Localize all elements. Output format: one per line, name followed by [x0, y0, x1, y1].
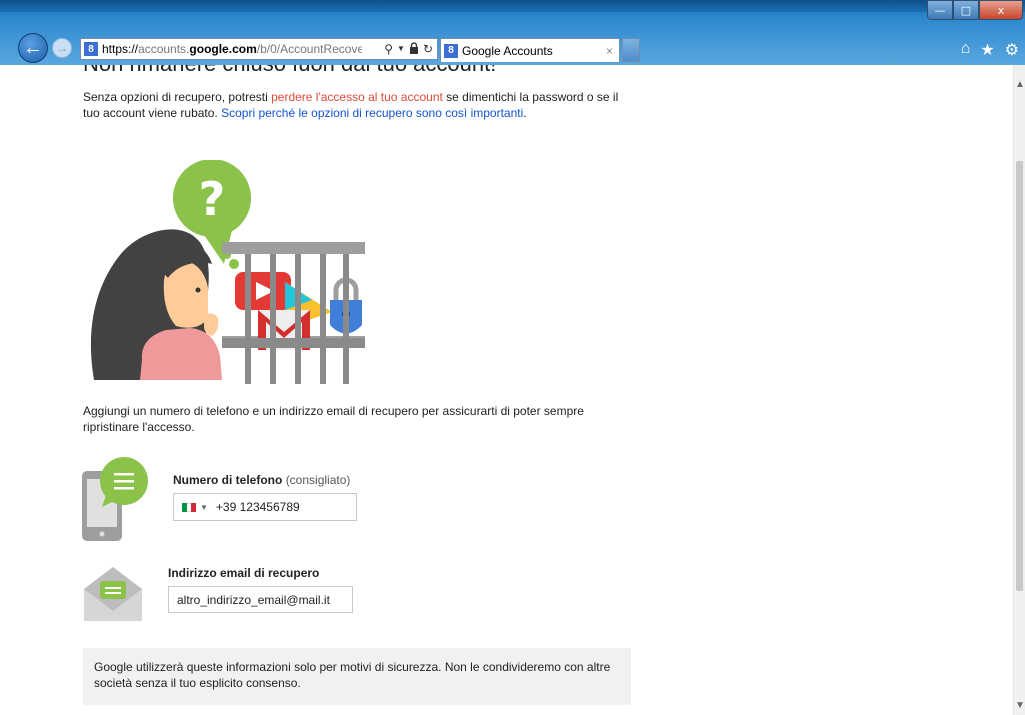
- intro-text-end: .: [523, 106, 527, 120]
- tab-google-accounts[interactable]: 8 Google Accounts ×: [440, 38, 620, 62]
- new-tab-button[interactable]: [622, 38, 640, 62]
- locked-out-illustration: ?: [90, 160, 365, 384]
- page-title: Non rimanere chiuso fuori dal tuo accoun…: [83, 65, 496, 77]
- tab-title: Google Accounts: [462, 43, 553, 58]
- forward-button[interactable]: →: [52, 38, 72, 58]
- gear-icon[interactable]: ⚙: [1005, 40, 1019, 60]
- lose-access-link[interactable]: perdere l'accesso al tuo account: [271, 90, 443, 104]
- arrow-right-icon: →: [56, 41, 68, 55]
- browser-toolbar-icons: ⌂ ★ ⚙: [961, 40, 1019, 60]
- recovery-email-label-text: Indirizzo email di recupero: [168, 566, 320, 580]
- lock-icon[interactable]: [409, 41, 419, 57]
- learn-why-link[interactable]: Scopri perché le opzioni di recupero son…: [221, 106, 523, 120]
- scroll-thumb[interactable]: [1016, 161, 1023, 591]
- youtube-icon: [235, 272, 291, 310]
- woman-illustration: [90, 229, 222, 380]
- back-button[interactable]: ←: [18, 33, 48, 63]
- svg-text:?: ?: [199, 172, 226, 226]
- phone-icon: [82, 457, 148, 541]
- privacy-notice: Google utilizzerà queste informazioni so…: [83, 648, 631, 705]
- url-subdomain: accounts.: [138, 42, 190, 56]
- search-icon[interactable]: ⚲: [384, 42, 393, 57]
- intro-text: Senza opzioni di recupero, potresti: [83, 90, 272, 104]
- minimize-button[interactable]: —: [927, 0, 953, 20]
- close-tab-button[interactable]: ×: [606, 44, 613, 58]
- arrow-left-icon: ←: [23, 36, 43, 59]
- intro-paragraph: Senza opzioni di recupero, potresti perd…: [83, 89, 633, 121]
- add-info-text: Aggiungi un numero di telefono e un indi…: [83, 404, 584, 434]
- google-favicon-icon: 8: [84, 42, 98, 56]
- phone-label-text: Numero di telefono: [173, 473, 283, 487]
- google-favicon-icon: 8: [444, 43, 458, 58]
- italy-flag-icon[interactable]: [182, 502, 197, 512]
- phone-label: Numero di telefono (consigliato): [173, 473, 350, 487]
- vertical-scrollbar[interactable]: ▲ ▼: [1013, 65, 1025, 715]
- star-icon[interactable]: ★: [980, 40, 994, 60]
- maximize-button[interactable]: □: [953, 0, 979, 20]
- recovery-email-input[interactable]: [168, 586, 353, 613]
- dropdown-icon[interactable]: ▼: [397, 42, 405, 57]
- phone-label-hint: (consigliato): [285, 473, 351, 487]
- close-window-button[interactable]: x: [979, 0, 1023, 20]
- recovery-email-label: Indirizzo email di recupero: [168, 566, 319, 580]
- address-bar[interactable]: 8 https://accounts.google.com/b/0/Accoun…: [80, 38, 438, 60]
- page-viewport: Non rimanere chiuso fuori dal tuo accoun…: [0, 65, 1013, 715]
- refresh-icon[interactable]: ↻: [423, 42, 433, 57]
- phone-number-field[interactable]: ▼ +39 123456789: [173, 493, 357, 521]
- envelope-icon: [84, 567, 142, 621]
- title-bar: [0, 0, 1025, 12]
- url-domain: google.com: [189, 42, 257, 56]
- browser-chrome: — □ x ← → 8 https://accounts.google.com/…: [0, 0, 1025, 65]
- scroll-down-icon[interactable]: ▼: [1015, 700, 1025, 711]
- url-path: /b/0/AccountRecoveryOpt: [256, 42, 362, 56]
- chevron-down-icon[interactable]: ▼: [200, 503, 208, 512]
- phone-number-value[interactable]: +39 123456789: [216, 500, 300, 514]
- url-text[interactable]: https://accounts.google.com/b/0/AccountR…: [102, 42, 362, 56]
- url-protocol: https://: [102, 42, 139, 56]
- scroll-up-icon[interactable]: ▲: [1015, 79, 1025, 90]
- window-controls: — □ x: [927, 0, 1023, 20]
- address-bar-actions: ⚲ ▼ ↻: [384, 42, 433, 57]
- home-icon[interactable]: ⌂: [961, 40, 971, 60]
